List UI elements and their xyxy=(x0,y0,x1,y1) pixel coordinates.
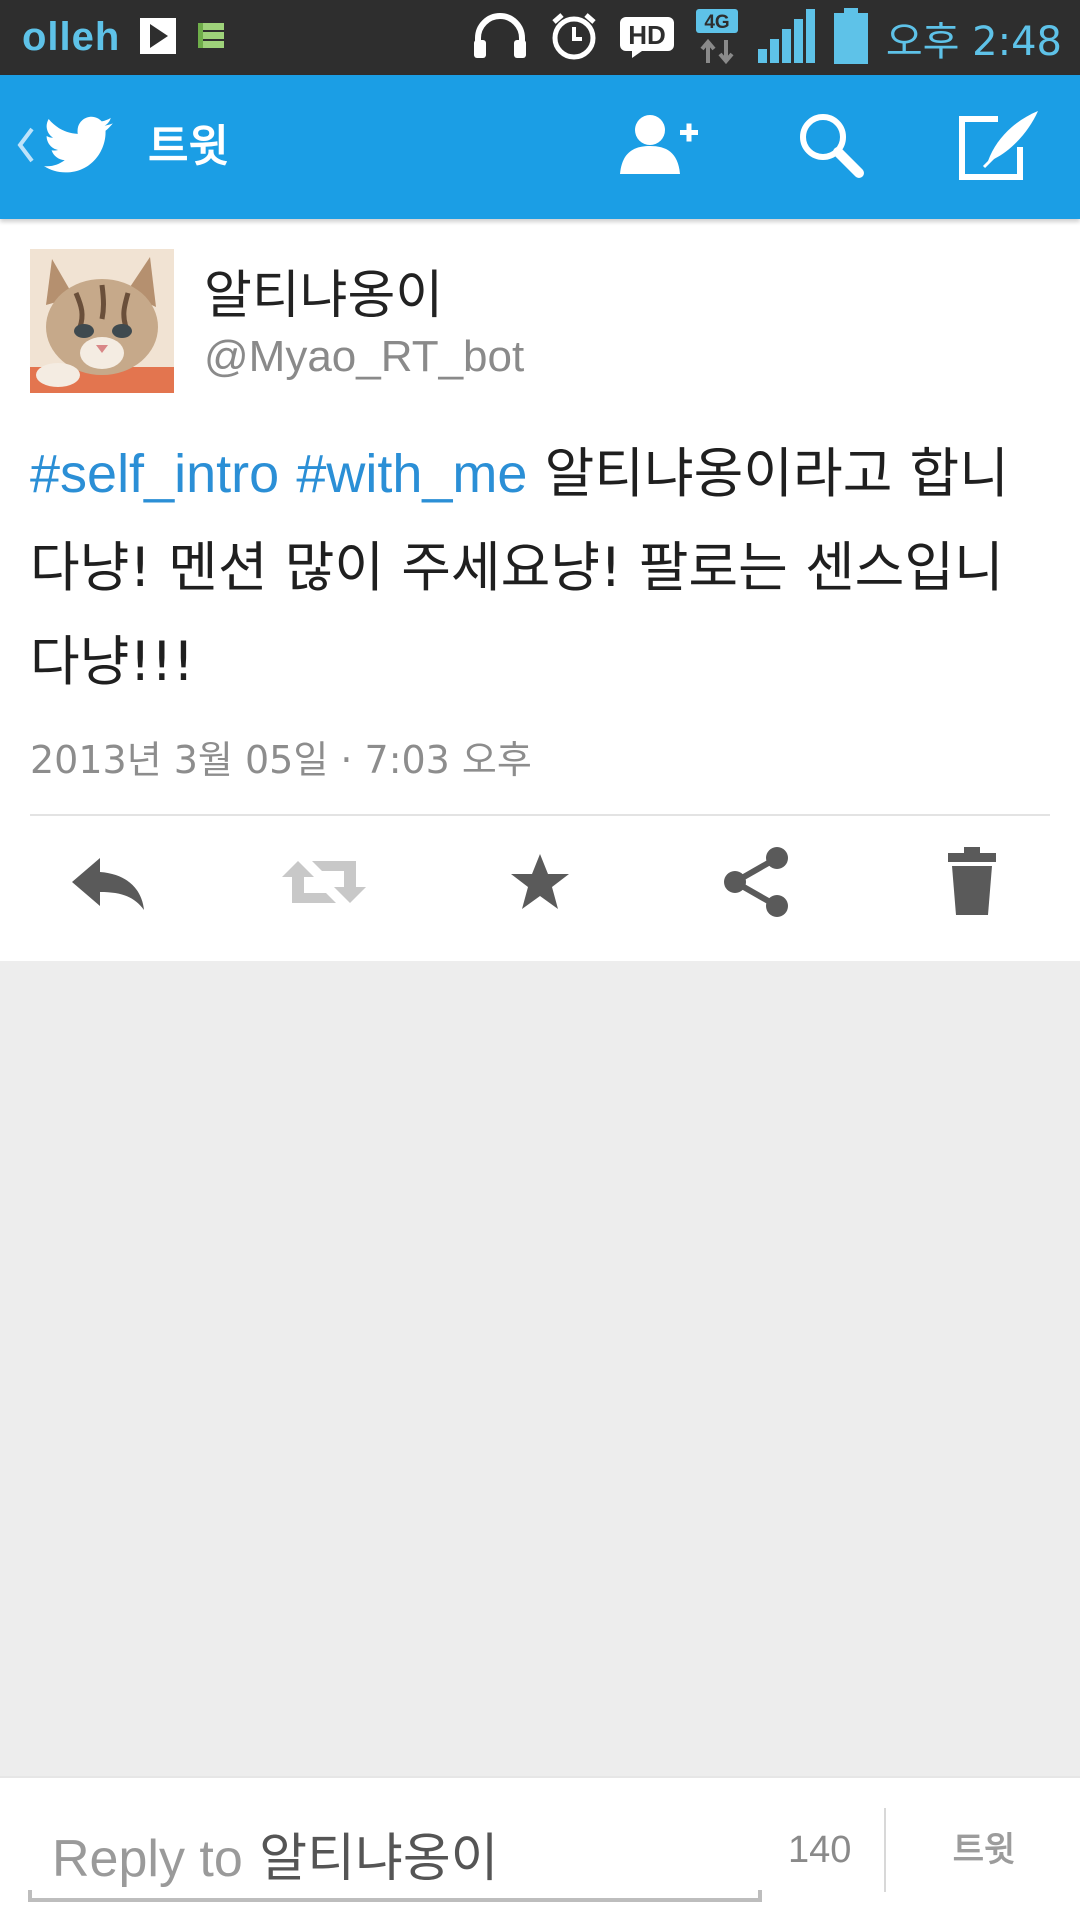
hd-icon: HD xyxy=(618,14,676,62)
share-button[interactable] xyxy=(676,819,836,949)
back-home-button[interactable] xyxy=(14,99,120,195)
reply-divider xyxy=(884,1808,886,1892)
tweet-text: #self_intro #with_me 알티냐옹이라고 합니다냥! 멘션 많이… xyxy=(30,427,1050,709)
hashtag-with-me[interactable]: #with_me xyxy=(296,444,527,504)
compose-icon xyxy=(954,107,1044,187)
compose-button[interactable] xyxy=(944,99,1054,195)
battery-icon xyxy=(833,7,868,68)
twitter-bird-icon xyxy=(38,110,120,184)
alarm-icon xyxy=(548,10,600,66)
char-count: 140 xyxy=(788,1829,852,1871)
tweet-action-row xyxy=(0,819,1080,949)
reply-placeholder-target: 알티냐옹이 xyxy=(259,1829,499,1889)
app-title: 트윗 xyxy=(148,121,229,172)
share-icon xyxy=(721,846,791,922)
reply-input[interactable]: Reply to 알티냐옹이 xyxy=(28,1792,762,1902)
status-left-group: olleh xyxy=(22,0,226,75)
screen-name[interactable]: @Myao_RT_bot xyxy=(204,332,524,382)
display-name[interactable]: 알티냐옹이 xyxy=(204,253,443,328)
retweet-button[interactable] xyxy=(244,819,404,949)
reply-button[interactable] xyxy=(28,819,188,949)
app-bar: 트윗 xyxy=(0,75,1080,219)
reply-placeholder: Reply to 알티냐옹이 xyxy=(52,1816,499,1891)
retweet-icon xyxy=(280,855,368,913)
signal-icon xyxy=(757,8,816,67)
search-button[interactable] xyxy=(776,99,886,195)
divider xyxy=(30,814,1050,816)
reply-icon xyxy=(70,854,146,914)
hashtag-self-intro[interactable]: #self_intro xyxy=(30,444,279,504)
hd-label: HD xyxy=(628,20,666,50)
tweet-timestamp: 2013년 3월 05일 · 7:03 오후 xyxy=(30,738,532,782)
status-right-group: HD 4G 오후 2:48 xyxy=(470,0,1062,75)
play-store-icon xyxy=(140,17,177,58)
favorite-button[interactable] xyxy=(460,819,620,949)
delete-trash-icon xyxy=(946,847,998,921)
storage-icon xyxy=(196,21,226,55)
tweet-send-button[interactable]: 트윗 xyxy=(888,1778,1080,1920)
network-label: 4G xyxy=(704,12,729,33)
status-bar: olleh HD 4G 오후 2:48 xyxy=(0,0,1080,76)
status-clock: 오후 2:48 xyxy=(885,18,1062,65)
carrier-label: olleh xyxy=(22,15,121,59)
add-user-button[interactable] xyxy=(604,99,714,195)
back-chevron-icon xyxy=(14,121,38,173)
avatar[interactable] xyxy=(30,249,174,393)
reply-placeholder-lead: Reply to xyxy=(52,1830,243,1888)
reply-input-underline xyxy=(28,1890,762,1902)
tweet-detail-screen: olleh HD 4G 오후 2:48 트윗 알티냐옹이 @Myao_RT_bo… xyxy=(0,0,1080,1920)
network-4g-icon: 4G xyxy=(694,7,740,69)
search-icon xyxy=(795,109,867,185)
favorite-star-icon xyxy=(509,852,571,916)
tweet-card: 알티냐옹이 @Myao_RT_bot #self_intro #with_me … xyxy=(0,219,1080,961)
reply-bar: Reply to 알티냐옹이 140 트윗 xyxy=(0,1776,1080,1920)
add-user-icon xyxy=(616,110,702,184)
delete-button[interactable] xyxy=(892,819,1052,949)
headphones-icon xyxy=(470,12,530,64)
